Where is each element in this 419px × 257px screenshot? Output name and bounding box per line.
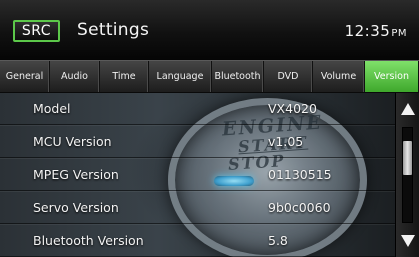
row-value: v1.05 (268, 134, 304, 149)
tab-time[interactable]: Time (100, 61, 149, 92)
version-row-mcu: MCU Version v1.05 (0, 126, 395, 158)
triangle-down-icon (400, 235, 415, 247)
tab-audio[interactable]: Audio (50, 61, 100, 92)
version-row-mpeg: MPEG Version 01130515 (0, 159, 395, 191)
clock-ampm: PM (391, 28, 407, 39)
settings-tabs: General Audio Time Language Bluetooth DV… (0, 60, 419, 93)
version-row-model: Model VX4020 (0, 93, 395, 125)
version-panel: ENGINE START STOP Model VX4020 MCU Versi… (0, 93, 395, 257)
tab-volume[interactable]: Volume (313, 61, 365, 92)
scroll-down-button[interactable] (396, 227, 419, 255)
tab-dvd[interactable]: DVD (264, 61, 313, 92)
row-label: Bluetooth Version (33, 233, 144, 248)
row-value: 9b0c0060 (268, 200, 331, 215)
row-value: 01130515 (268, 167, 332, 182)
scrollbar[interactable] (395, 93, 419, 257)
tab-language[interactable]: Language (149, 61, 212, 92)
row-label: MCU Version (33, 134, 112, 149)
row-label: Servo Version (33, 200, 119, 215)
tab-version[interactable]: Version (365, 61, 419, 92)
row-label: MPEG Version (33, 167, 119, 182)
triangle-up-icon (400, 103, 415, 115)
title-bar: SRC Settings 12:35PM (0, 0, 419, 60)
scroll-track[interactable] (402, 127, 413, 223)
tab-bluetooth[interactable]: Bluetooth (212, 61, 264, 92)
scroll-up-button[interactable] (396, 95, 419, 123)
clock: 12:35PM (345, 22, 407, 40)
version-row-bluetooth: Bluetooth Version 5.8 (0, 225, 395, 257)
tab-general[interactable]: General (0, 61, 50, 92)
scroll-thumb[interactable] (403, 141, 412, 175)
row-label: Model (33, 101, 71, 116)
row-value: 5.8 (268, 233, 288, 248)
version-row-servo: Servo Version 9b0c0060 (0, 192, 395, 224)
source-button[interactable]: SRC (13, 20, 60, 42)
page-title: Settings (77, 20, 150, 40)
row-value: VX4020 (268, 101, 317, 116)
clock-time: 12:35 (344, 22, 391, 40)
